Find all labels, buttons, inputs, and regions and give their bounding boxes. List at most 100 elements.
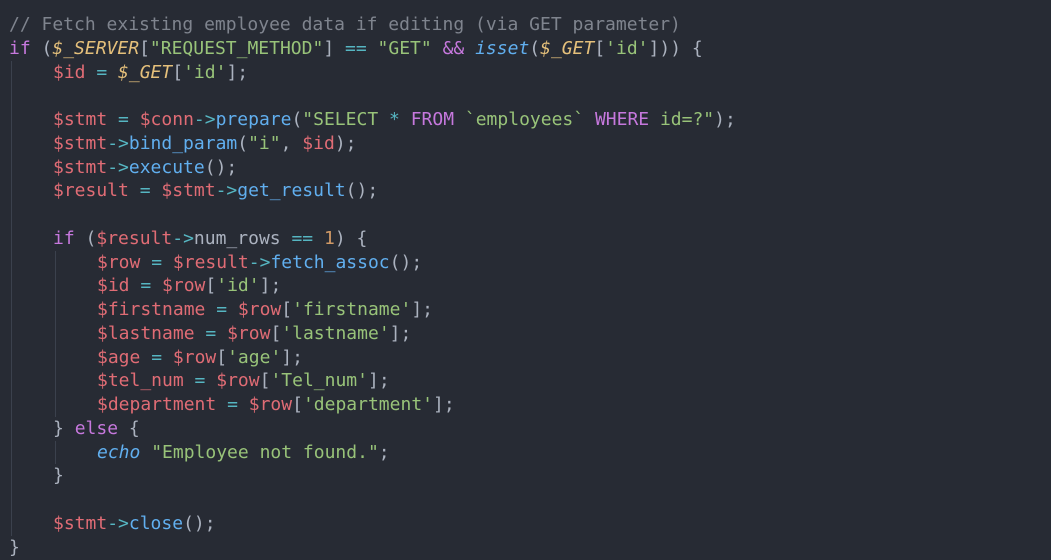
indent-guide [11, 464, 12, 488]
code-token: execute [128, 156, 205, 178]
indent-guide [11, 250, 12, 275]
indent-guide [11, 416, 12, 441]
code-line[interactable]: ​ [9, 84, 1051, 108]
code-token: = [151, 251, 163, 273]
code-token: $row [97, 251, 141, 273]
code-token: `employees` [454, 109, 595, 130]
code-token: $department [97, 394, 217, 415]
code-token: $id [97, 275, 130, 297]
code-line[interactable]: $department = $row['department']; [9, 393, 1051, 417]
code-token: -> [107, 156, 129, 178]
code-token: [ [205, 275, 217, 297]
code-token: ) { [334, 227, 368, 249]
indent-guide [11, 60, 12, 85]
code-line[interactable]: ​ [9, 203, 1051, 227]
indent-guide [11, 440, 12, 465]
code-token: 'firstname' [292, 299, 412, 320]
code-token: $id [53, 61, 86, 83]
indent-guide [11, 393, 12, 417]
indent-guide [11, 131, 12, 156]
code-line[interactable]: } else { [9, 416, 1051, 441]
code-token: ]; [389, 322, 412, 344]
code-line[interactable]: ​ [9, 488, 1051, 512]
code-token: } [9, 536, 20, 558]
code-token: = [140, 275, 152, 297]
code-line[interactable]: $stmt->bind_param("i", $id); [9, 131, 1051, 156]
code-token: $id [302, 132, 335, 154]
code-line[interactable]: $stmt->close(); [9, 511, 1051, 536]
code-token: "Employee not found." [151, 441, 379, 463]
code-line[interactable]: $row = $result->fetch_assoc(); [9, 250, 1051, 275]
code-token: if [9, 37, 31, 59]
code-line[interactable]: if ($_SERVER["REQUEST_METHOD"] == "GET" … [9, 37, 1051, 61]
code-token: FROM [410, 109, 455, 130]
code-token: = [227, 394, 238, 415]
code-token: $age [97, 346, 141, 368]
code-line[interactable]: $result = $stmt->get_result(); [9, 179, 1051, 203]
code-line[interactable]: } [9, 464, 1051, 488]
code-token: 'id' [183, 61, 227, 83]
code-line[interactable]: $id = $_GET['id']; [9, 60, 1051, 85]
code-token: $row [248, 394, 293, 415]
code-token: = [151, 346, 163, 368]
code-token: isset [475, 37, 530, 59]
code-token: && [442, 37, 465, 59]
code-line[interactable]: $stmt->execute(); [9, 155, 1051, 180]
indent-guide [11, 298, 12, 322]
code-line[interactable]: $stmt = $conn->prepare("SELECT * FROM `e… [9, 108, 1051, 132]
indent-guide [11, 84, 12, 108]
code-line[interactable]: $tel_num = $row['Tel_num']; [9, 369, 1051, 393]
code-token: $stmt [161, 180, 216, 202]
code-token: "REQUEST_METHOD" [149, 37, 324, 59]
code-line[interactable]: if ($result->num_rows == 1) { [9, 226, 1051, 251]
code-token: $row [237, 299, 282, 320]
code-token: "SELECT [302, 109, 389, 130]
code-line[interactable]: $lastname = $row['lastname']; [9, 321, 1051, 346]
code-token: ( [291, 109, 303, 130]
code-token: ( [30, 37, 53, 59]
code-token: "i" [248, 132, 281, 154]
code-line[interactable]: // Fetch existing employee data if editi… [9, 13, 1051, 37]
code-line[interactable]: $age = $row['age']; [9, 345, 1051, 370]
code-line[interactable]: echo "Employee not found."; [9, 440, 1051, 465]
code-token: ]; [433, 394, 455, 415]
code-token: (); [183, 512, 216, 534]
code-token: get_result [237, 180, 346, 202]
code-token: $conn [139, 109, 194, 130]
code-token: ( [74, 227, 97, 249]
code-line[interactable]: } [9, 536, 1051, 560]
code-token: [ [270, 322, 282, 344]
code-token: $result [96, 227, 173, 249]
indent-guide [11, 226, 12, 251]
code-line[interactable]: $firstname = $row['firstname']; [9, 298, 1051, 322]
indent-guide [11, 511, 12, 536]
code-editor[interactable]: // Fetch existing employee data if editi… [0, 0, 1051, 560]
code-token: $stmt [53, 109, 108, 130]
code-token: == [345, 37, 367, 59]
code-area[interactable]: // Fetch existing employee data if editi… [9, 13, 1051, 559]
indent-guide [55, 345, 56, 370]
indent-guide [55, 250, 56, 275]
indent-guide [11, 155, 12, 180]
code-token: ); [714, 109, 736, 130]
code-line[interactable]: $id = $row['id']; [9, 274, 1051, 298]
indent-guide [11, 179, 12, 203]
code-token: ])) { [648, 37, 703, 59]
code-token: [ [594, 37, 606, 59]
code-token: } [53, 417, 75, 439]
code-token: [ [281, 299, 293, 320]
